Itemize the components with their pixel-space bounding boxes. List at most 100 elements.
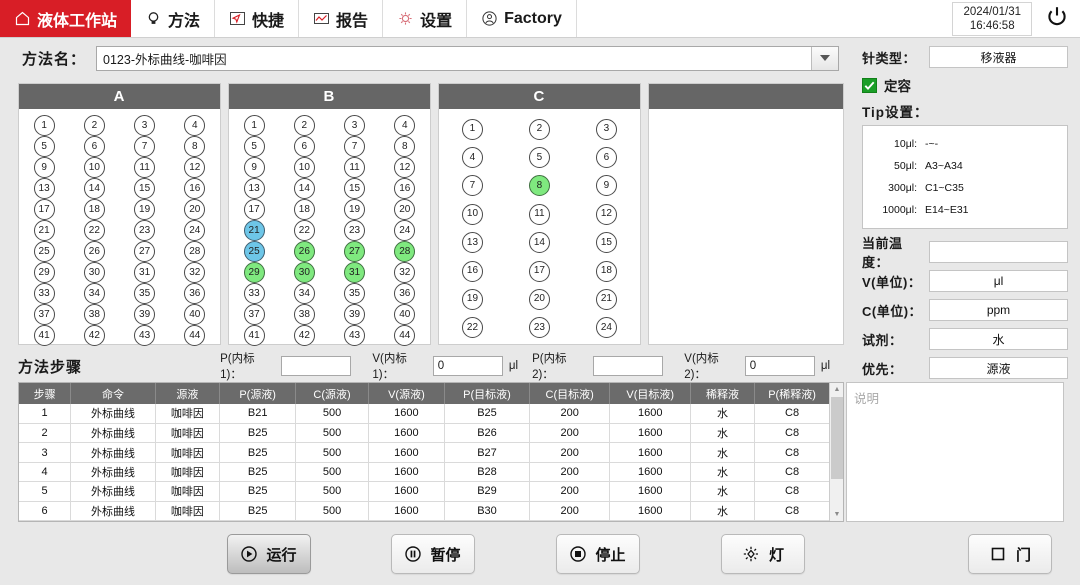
tab-shortcut[interactable]: 快捷 bbox=[215, 0, 300, 37]
well-A5[interactable]: 5 bbox=[33, 136, 55, 157]
table-cell[interactable]: 咖啡因 bbox=[155, 481, 220, 502]
well-B34[interactable]: 34 bbox=[293, 283, 315, 304]
well-B30[interactable]: 30 bbox=[293, 262, 315, 283]
table-cell[interactable]: 4 bbox=[19, 462, 72, 483]
description-textarea[interactable]: 说明 bbox=[846, 382, 1064, 522]
rack-panel-b[interactable]: B 1 2 3 4 5 6 7 8 9 10 11 12 13 14 15 16 17 18 19 20 21 22 23 24… bbox=[227, 83, 431, 346]
table-cell[interactable]: C8 bbox=[754, 423, 830, 444]
table-cell[interactable]: 500 bbox=[295, 501, 369, 521]
table-cell[interactable]: B29 bbox=[444, 481, 530, 502]
well-C11[interactable]: 11 bbox=[528, 203, 550, 225]
well-A3[interactable]: 3 bbox=[134, 115, 156, 136]
well-A14[interactable]: 14 bbox=[83, 178, 105, 199]
well-A41[interactable]: 41 bbox=[33, 325, 55, 346]
table-cell[interactable]: 1600 bbox=[609, 442, 692, 463]
table-cell[interactable]: 水 bbox=[690, 404, 756, 424]
table-cell[interactable]: 1600 bbox=[368, 501, 446, 521]
table-cell[interactable]: 外标曲线 bbox=[70, 462, 156, 483]
well-A22[interactable]: 22 bbox=[83, 220, 105, 241]
well-A30[interactable]: 30 bbox=[83, 262, 105, 283]
table-cell[interactable]: C8 bbox=[754, 404, 830, 424]
well-B32[interactable]: 32 bbox=[394, 262, 416, 283]
well-A13[interactable]: 13 bbox=[33, 178, 55, 199]
well-B28[interactable]: 28 bbox=[394, 241, 416, 262]
well-B29[interactable]: 29 bbox=[243, 262, 265, 283]
well-A42[interactable]: 42 bbox=[83, 325, 105, 346]
table-col-header[interactable]: C(目标液) bbox=[529, 383, 611, 404]
well-B33[interactable]: 33 bbox=[243, 283, 265, 304]
well-B20[interactable]: 20 bbox=[394, 199, 416, 220]
table-cell[interactable]: 水 bbox=[690, 462, 756, 483]
table-col-header[interactable]: 步骤 bbox=[19, 383, 72, 404]
well-C22[interactable]: 22 bbox=[461, 317, 483, 339]
table-cell[interactable]: 1600 bbox=[609, 423, 692, 444]
table-cell[interactable]: C8 bbox=[754, 501, 830, 521]
well-A18[interactable]: 18 bbox=[83, 199, 105, 220]
well-A4[interactable]: 4 bbox=[184, 115, 206, 136]
well-A27[interactable]: 27 bbox=[134, 241, 156, 262]
table-col-header[interactable]: C(源液) bbox=[295, 383, 369, 404]
well-B14[interactable]: 14 bbox=[293, 178, 315, 199]
tip-range-value[interactable]: C1~C35 bbox=[925, 182, 964, 194]
constant-volume-row[interactable]: 定容 bbox=[862, 73, 1068, 97]
run-button[interactable]: 运行 bbox=[227, 534, 311, 574]
well-C19[interactable]: 19 bbox=[461, 288, 483, 310]
well-B44[interactable]: 44 bbox=[394, 325, 416, 346]
table-cell[interactable]: 2 bbox=[19, 423, 72, 444]
well-B6[interactable]: 6 bbox=[293, 136, 315, 157]
v-internal-1-input[interactable]: 0 bbox=[432, 356, 503, 376]
well-A40[interactable]: 40 bbox=[184, 304, 206, 325]
lamp-button[interactable]: 灯 bbox=[721, 534, 805, 574]
well-B16[interactable]: 16 bbox=[394, 178, 416, 199]
needle-type-value[interactable]: 移液器 bbox=[929, 46, 1068, 68]
table-cell[interactable]: 200 bbox=[529, 501, 611, 521]
well-B41[interactable]: 41 bbox=[243, 325, 265, 346]
well-A31[interactable]: 31 bbox=[134, 262, 156, 283]
well-A1[interactable]: 1 bbox=[33, 115, 55, 136]
well-B37[interactable]: 37 bbox=[243, 304, 265, 325]
table-col-header[interactable]: 源液 bbox=[155, 383, 220, 404]
well-C12[interactable]: 12 bbox=[595, 203, 617, 225]
method-name-combobox[interactable]: 0123-外标曲线-咖啡因 bbox=[96, 45, 840, 71]
well-B13[interactable]: 13 bbox=[243, 178, 265, 199]
well-A36[interactable]: 36 bbox=[184, 283, 206, 304]
well-B26[interactable]: 26 bbox=[293, 241, 315, 262]
well-A8[interactable]: 8 bbox=[184, 136, 206, 157]
well-A23[interactable]: 23 bbox=[134, 220, 156, 241]
table-col-header[interactable]: P(目标液) bbox=[444, 383, 530, 404]
tip-range-value[interactable]: A3~A34 bbox=[925, 160, 963, 172]
well-A32[interactable]: 32 bbox=[184, 262, 206, 283]
well-B17[interactable]: 17 bbox=[243, 199, 265, 220]
well-C24[interactable]: 24 bbox=[595, 317, 617, 339]
table-cell[interactable]: 水 bbox=[690, 442, 756, 463]
table-col-header[interactable]: 命令 bbox=[70, 383, 156, 404]
well-B25[interactable]: 25 bbox=[243, 241, 265, 262]
well-B4[interactable]: 4 bbox=[394, 115, 416, 136]
well-C21[interactable]: 21 bbox=[595, 288, 617, 310]
table-cell[interactable]: 1600 bbox=[609, 501, 692, 521]
well-B35[interactable]: 35 bbox=[344, 283, 366, 304]
method-name-value[interactable]: 0123-外标曲线-咖啡因 bbox=[97, 49, 227, 68]
well-B38[interactable]: 38 bbox=[293, 304, 315, 325]
tip-range-value[interactable]: E14~E31 bbox=[925, 204, 969, 216]
well-C4[interactable]: 4 bbox=[461, 147, 483, 169]
well-A17[interactable]: 17 bbox=[33, 199, 55, 220]
table-cell[interactable]: 500 bbox=[295, 423, 369, 444]
c-unit-value[interactable]: ppm bbox=[929, 299, 1068, 321]
well-A20[interactable]: 20 bbox=[184, 199, 206, 220]
well-A6[interactable]: 6 bbox=[83, 136, 105, 157]
well-B21[interactable]: 21 bbox=[243, 220, 265, 241]
well-A29[interactable]: 29 bbox=[33, 262, 55, 283]
well-A25[interactable]: 25 bbox=[33, 241, 55, 262]
rack-panel-empty[interactable] bbox=[647, 83, 844, 345]
table-cell[interactable]: 3 bbox=[19, 442, 72, 463]
table-row[interactable]: 5 外标曲线 咖啡因 B25 500 1600 B29 200 1600 水 C8 bbox=[19, 481, 830, 502]
tab-method[interactable]: 方法 bbox=[131, 0, 216, 37]
well-B1[interactable]: 1 bbox=[243, 115, 265, 136]
well-A26[interactable]: 26 bbox=[83, 241, 105, 262]
table-col-header[interactable]: V(目标液) bbox=[609, 383, 692, 404]
table-row[interactable]: 6 外标曲线 咖啡因 B25 500 1600 B30 200 1600 水 C8 bbox=[19, 501, 830, 521]
table-cell[interactable]: 咖啡因 bbox=[155, 442, 220, 463]
table-cell[interactable]: 外标曲线 bbox=[70, 501, 156, 521]
table-cell[interactable]: 咖啡因 bbox=[155, 462, 220, 483]
